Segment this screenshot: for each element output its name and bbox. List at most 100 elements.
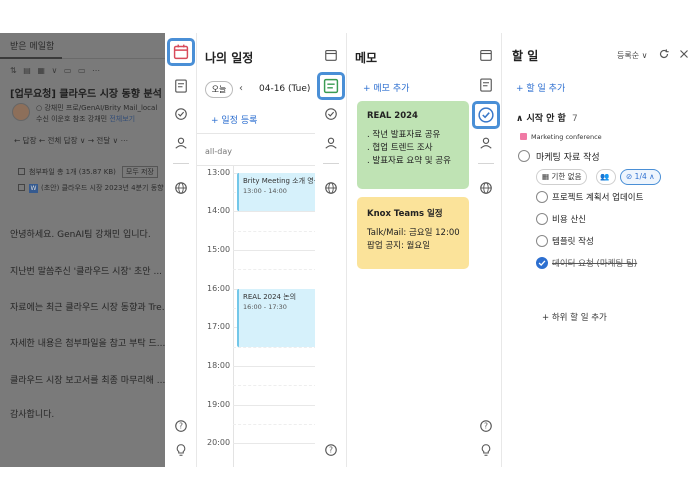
calendar-icon[interactable]	[167, 38, 195, 66]
email-viewer: 받은 메일함 ⇅ ▤ ▦ ∨ ▭ ▭ ⋯ [업무요청] 클라우드 시장 동향 분…	[0, 33, 165, 467]
memo-card[interactable]: REAL 2024 . 작년 발표자료 공유 . 협업 트렌드 조사 . 발표자…	[357, 101, 469, 189]
deadline-label: 기한 없음	[551, 172, 582, 181]
attachment-file-name[interactable]: (초안) 클라우드 시장 2023년 4분기 동향	[41, 184, 164, 192]
subtask-label[interactable]: 템플릿 작성	[552, 235, 594, 247]
half-hour-line	[233, 231, 316, 232]
help-icon[interactable]: ?	[477, 417, 495, 435]
time-label: 15:00	[207, 245, 231, 254]
add-event-button[interactable]: + 일정 등록	[211, 113, 257, 126]
todo-icon[interactable]	[172, 105, 190, 123]
memo-icon[interactable]	[317, 72, 345, 100]
side-rail-memo: ?	[315, 33, 347, 467]
help-icon[interactable]: ?	[172, 417, 190, 435]
half-hour-line	[233, 385, 316, 386]
rail-divider	[173, 163, 189, 164]
globe-icon[interactable]	[172, 179, 190, 197]
side-rail-calendar: ?	[165, 33, 197, 467]
save-all-button[interactable]: 모두 저장	[121, 166, 158, 178]
subtask-label[interactable]: 프로젝트 계획서 업데이트	[552, 191, 643, 203]
mail-tab-bar: 받은 메일함	[0, 33, 165, 59]
globe-icon[interactable]	[322, 179, 340, 197]
globe-icon[interactable]	[477, 179, 495, 197]
word-file-icon: W	[29, 184, 38, 193]
calendar-icon[interactable]	[477, 46, 495, 64]
mail-body-line: 자세한 내용은 첨부파일을 참고 부탁 드...	[10, 339, 165, 349]
deadline-pill[interactable]: ▦ 기한 없음	[536, 169, 588, 185]
section-title: 시작 안 함	[526, 114, 566, 124]
assignee-pill[interactable]: 👥	[596, 169, 616, 185]
time-label: 18:00	[207, 361, 231, 370]
todo-panel: 할 일 등록순 ∨ + 할 일 추가 ∧ 시작 안 함 7 Marketing …	[502, 33, 695, 467]
prev-day-button[interactable]: ‹	[239, 83, 243, 94]
refresh-icon[interactable]	[657, 47, 671, 61]
subtask-checkbox[interactable]	[536, 213, 548, 225]
mail-body-line: 자료에는 최근 클라우드 시장 동향과 Tre...	[10, 303, 165, 313]
time-label: 17:00	[207, 322, 231, 331]
mail-actions[interactable]: ← 답장 ← 전체 답장 ∨ → 전달 ∨ ⋯	[14, 135, 128, 146]
todo-icon[interactable]	[472, 101, 500, 129]
event-name: REAL 2024 논의	[243, 293, 297, 301]
attachment-file-checkbox[interactable]	[18, 184, 25, 191]
hour-line	[233, 443, 316, 444]
subtask-progress: 1/4 ∧	[634, 172, 655, 181]
task-title[interactable]: 마케팅 자료 작성	[536, 150, 600, 163]
svg-text:?: ?	[179, 422, 183, 431]
contacts-icon[interactable]	[477, 134, 495, 152]
mail-body-line: 감사합니다.	[10, 410, 55, 420]
mail-subject: [업무요청] 클라우드 시장 동향 분석	[10, 89, 162, 100]
attachment-item[interactable]: W (초안) 클라우드 시장 2023년 4분기 동향	[18, 183, 164, 193]
memo-title: 메모	[355, 51, 378, 65]
mail-body-line: 클라우드 시장 보고서를 최종 마무리해 ...	[10, 376, 165, 386]
progress-check-icon: ⊘	[626, 172, 635, 181]
lightbulb-icon[interactable]	[477, 441, 495, 459]
memo-icon[interactable]	[172, 77, 190, 95]
todo-title: 할 일	[512, 49, 539, 63]
time-label: 19:00	[207, 400, 231, 409]
mail-toolbar[interactable]: ⇅ ▤ ▦ ∨ ▭ ▭ ⋯	[10, 66, 160, 75]
allday-label: all-day	[205, 147, 232, 156]
tag-label: Marketing conference	[531, 133, 602, 141]
event-time: 13:00 - 14:00	[243, 187, 287, 195]
section-header[interactable]: ∧ 시작 안 함 7	[516, 111, 578, 124]
calendar-event[interactable]: Brity Meeting 소개 영상 13:00 - 14:00	[237, 173, 317, 211]
tab-inbox[interactable]: 받은 메일함	[10, 39, 54, 52]
contacts-icon[interactable]	[322, 134, 340, 152]
lightbulb-icon[interactable]	[172, 441, 190, 459]
task-checkbox[interactable]	[518, 150, 530, 162]
section-count: 7	[571, 114, 578, 124]
calendar-event[interactable]: REAL 2024 논의 16:00 - 17:30	[237, 289, 316, 347]
subtask-checkbox[interactable]	[536, 191, 548, 203]
calendar-icon[interactable]	[322, 46, 340, 64]
help-icon[interactable]: ?	[322, 441, 340, 459]
view-all-link[interactable]: 전체보기	[109, 115, 135, 123]
memo-card-line: 팝업 공지: 월요일	[367, 241, 431, 251]
memo-card[interactable]: Knox Teams 일정 Talk/Mail: 금요일 12:00 팝업 공지…	[357, 197, 469, 269]
section-toggle-icon[interactable]: ∧	[516, 114, 523, 124]
subtask-label[interactable]: 데이터 요청 (마케팅 팀)	[552, 257, 637, 269]
sort-dropdown[interactable]: 등록순 ∨	[617, 50, 647, 61]
subtask-checkbox[interactable]	[536, 235, 548, 247]
add-subtask-button[interactable]: + 하위 할 일 추가	[542, 311, 607, 323]
hour-line	[233, 366, 316, 367]
mail-recipients: 수신 이운호 참조 강채민 전체보기	[36, 114, 135, 124]
memo-card-line: . 발표자료 요약 및 공유	[367, 156, 451, 166]
time-label: 14:00	[207, 206, 231, 215]
add-memo-button[interactable]: + 메모 추가	[363, 81, 409, 94]
current-date: 04-16 (Tue)	[259, 84, 311, 94]
todo-icon[interactable]	[322, 105, 340, 123]
event-name: Brity Meeting 소개 영상	[243, 177, 317, 185]
mail-sender: ○ 강채민 프로/GenAI/Brity Mail_local	[36, 104, 158, 112]
close-icon[interactable]	[677, 47, 691, 61]
memo-icon[interactable]	[477, 76, 495, 94]
add-todo-button[interactable]: + 할 일 추가	[516, 81, 565, 94]
half-hour-line	[233, 424, 316, 425]
subtask-label[interactable]: 비용 산신	[552, 213, 586, 225]
subtask-checkbox-checked[interactable]	[536, 257, 548, 269]
side-rail-todo: ?	[470, 33, 502, 467]
sender-avatar	[12, 103, 30, 121]
today-button[interactable]: 오늘	[205, 81, 233, 98]
contacts-icon[interactable]	[172, 134, 190, 152]
subtask-progress-pill[interactable]: ⊘ 1/4 ∧	[620, 169, 661, 185]
memo-card-line: . 협업 트렌드 조사	[367, 143, 433, 153]
attachment-checkbox[interactable]	[18, 168, 25, 175]
